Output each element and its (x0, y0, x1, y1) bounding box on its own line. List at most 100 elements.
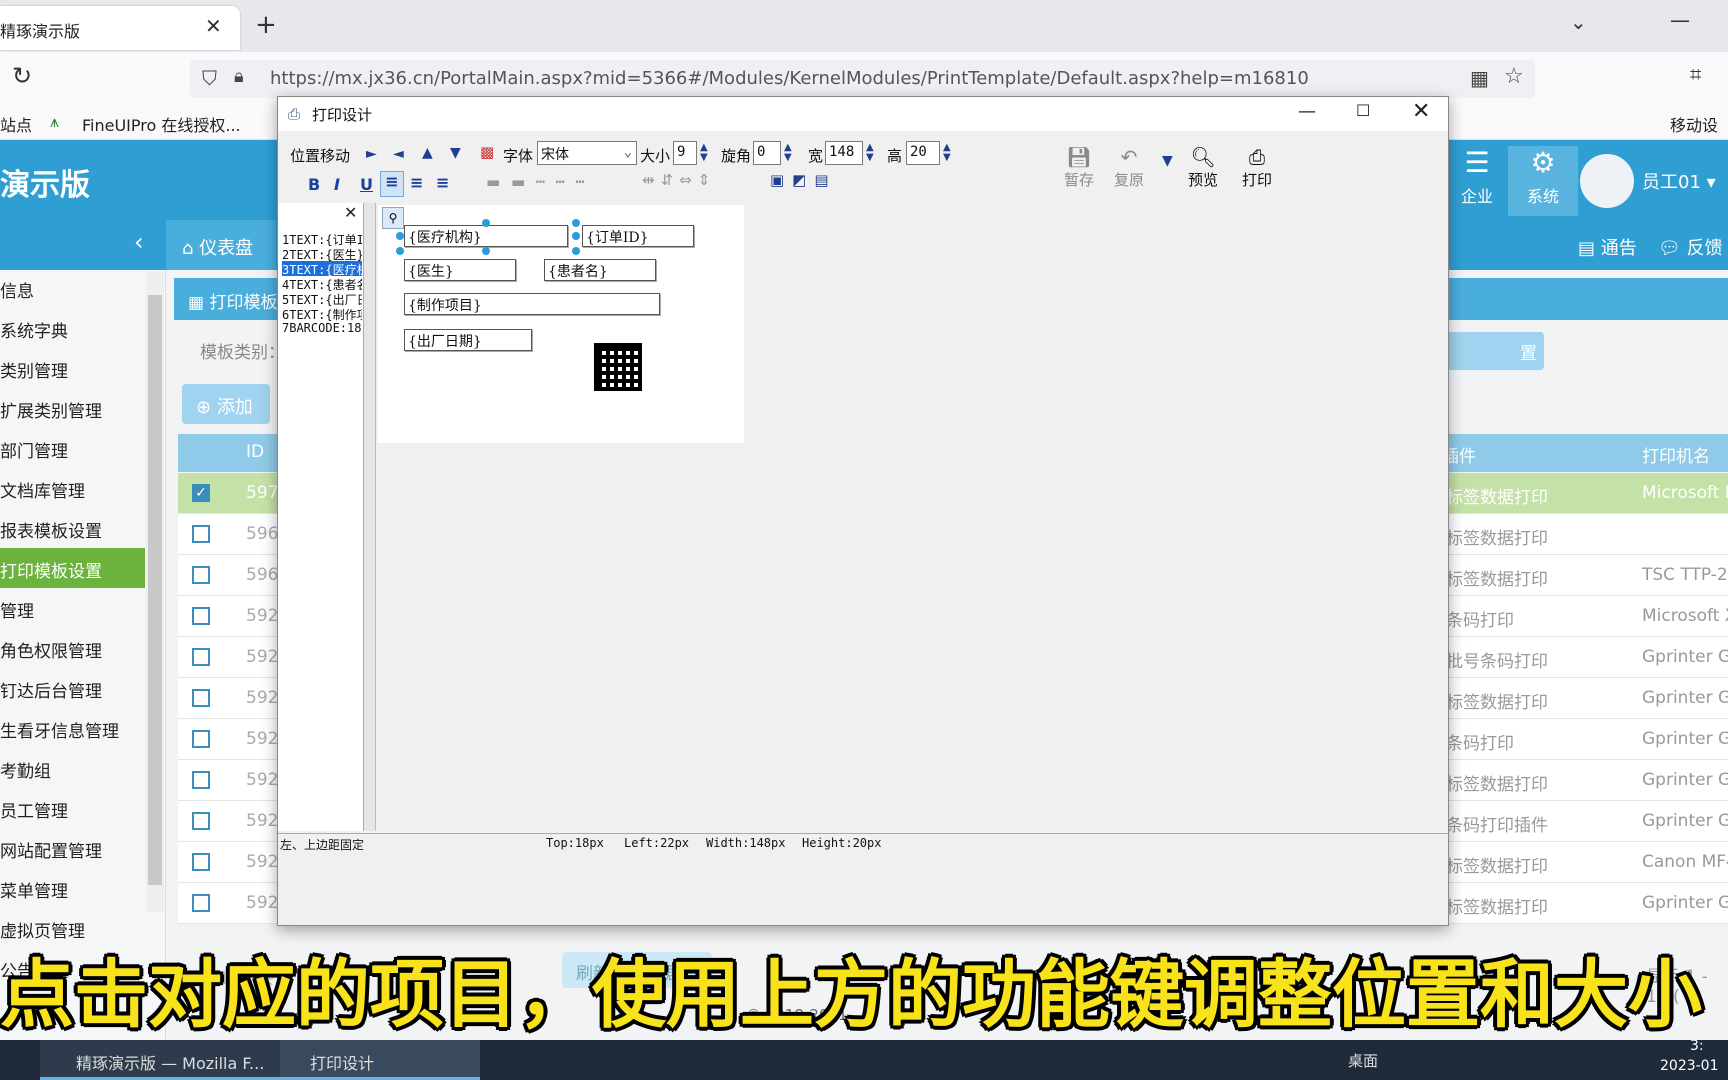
resize-handle[interactable] (396, 247, 404, 255)
align-right-button[interactable]: ≡ (436, 173, 449, 192)
splitter[interactable] (364, 203, 376, 831)
row-checkbox[interactable] (192, 894, 210, 912)
rotate-input[interactable]: 0 (753, 141, 781, 165)
design-canvas[interactable]: {医疗机构} {订单ID} {医生} {患者名} {制作项目} {出厂日期} (378, 205, 744, 443)
sidebar-item[interactable]: 系统字典 (0, 308, 145, 348)
move-right-button[interactable]: ► (366, 146, 377, 162)
row-checkbox[interactable] (192, 812, 210, 830)
object-list-item[interactable]: 4TEXT:{患者名} (282, 276, 362, 291)
save-draft-button[interactable]: 💾︎ 暂存 (1064, 145, 1094, 190)
field-org[interactable]: {医疗机构} (404, 225, 568, 247)
object-list-item[interactable]: 6TEXT:{制作项目} (282, 306, 362, 321)
sidebar-item[interactable]: 员工管理 (0, 788, 145, 828)
resize-handle[interactable] (396, 232, 404, 240)
notice-link[interactable]: ▤ 通告 (1578, 234, 1637, 260)
crop-icon[interactable]: ⌗ (1690, 62, 1701, 86)
underline-button[interactable]: U (360, 175, 373, 194)
sidebar-item[interactable]: 菜单管理 (0, 868, 145, 908)
qr-code-image[interactable] (594, 343, 642, 391)
field-item[interactable]: {制作项目} (404, 293, 660, 315)
sidebar-item[interactable]: 扩展类别管理 (0, 388, 145, 428)
preview-button[interactable]: 🔍︎ 预览 (1188, 145, 1218, 190)
height-input[interactable]: 20 (906, 141, 940, 165)
restore-button[interactable]: ↶ 复原 (1114, 145, 1144, 190)
system-button[interactable]: ⚙ 系统 (1508, 146, 1578, 216)
avatar[interactable] (1580, 154, 1634, 208)
close-icon[interactable]: ✕ (205, 14, 222, 38)
bold-button[interactable]: B (308, 175, 320, 194)
row-checkbox[interactable] (192, 607, 210, 625)
width-stepper[interactable]: ▲ ▼ (866, 143, 874, 163)
sidebar-item[interactable]: 类别管理 (0, 348, 145, 388)
bookmark-item[interactable]: FineUIPro 在线授权... (82, 112, 241, 136)
sidebar-collapse-button[interactable]: ‹ (0, 220, 166, 270)
minimize-button[interactable]: — (1298, 101, 1316, 122)
italic-button[interactable]: I (334, 175, 340, 194)
row-checkbox[interactable] (192, 730, 210, 748)
star-icon[interactable]: ☆ (1504, 64, 1524, 89)
sidebar-scroll-thumb[interactable] (148, 295, 162, 885)
sidebar-item[interactable]: 角色权限管理 (0, 628, 145, 668)
sidebar-item[interactable]: 钉达后台管理 (0, 668, 145, 708)
bookmark-item[interactable]: 移动设 (1670, 112, 1718, 136)
sidebar-item[interactable]: 打印模板设置 (0, 548, 145, 588)
tab-dashboard[interactable]: ⌂ 仪表盘 (166, 220, 276, 270)
move-left-button[interactable]: ◄ (393, 146, 404, 162)
anchor-icon[interactable]: ⚲ (382, 207, 404, 229)
sidebar-item[interactable]: 文档库管理 (0, 468, 145, 508)
enterprise-button[interactable]: ☰ 企业 (1442, 146, 1512, 216)
column-header-id[interactable]: ID (246, 442, 264, 462)
bookmark-item[interactable]: 站点 (0, 112, 32, 136)
user-menu[interactable]: 员工01 ▾ (1642, 168, 1716, 194)
minimize-icon[interactable]: — (1670, 8, 1690, 32)
field-date[interactable]: {出厂日期} (404, 329, 532, 351)
sidebar-item[interactable]: 报表模板设置 (0, 508, 145, 548)
size-input[interactable]: 9 (673, 141, 697, 165)
new-tab-icon[interactable]: + (255, 10, 277, 40)
insert-buttons[interactable]: ▣◩▤ (770, 171, 837, 189)
object-list-item[interactable]: 3TEXT:{医疗机构} (282, 261, 362, 276)
qr-code-icon[interactable]: ▦ (1470, 66, 1489, 90)
move-down-button[interactable]: ▼ (450, 145, 461, 161)
object-list-item[interactable]: 2TEXT:{医生} (282, 246, 362, 261)
row-checkbox[interactable] (192, 853, 210, 871)
row-checkbox[interactable]: ✓ (192, 484, 210, 502)
row-checkbox[interactable] (192, 648, 210, 666)
width-input[interactable]: 148 (825, 141, 863, 165)
taskbar-desktop[interactable]: 桌面 (1348, 1050, 1378, 1071)
reload-icon[interactable]: ↻ (12, 62, 32, 90)
browser-tab[interactable]: 精琢演示版 ✕ (0, 6, 240, 50)
object-list-item[interactable]: 1TEXT:{订单ID} (282, 231, 362, 246)
sidebar-item[interactable]: 虚拟页管理 (0, 908, 145, 948)
sidebar-item[interactable]: 管理 (0, 588, 145, 628)
object-list-item[interactable]: 7BARCODE:189 (282, 321, 362, 336)
field-patient[interactable]: {患者名} (544, 259, 656, 281)
line-style-buttons[interactable]: ▬ ▬ ┅ ┅ ┅ (486, 173, 588, 191)
palette-icon[interactable]: ▩ (480, 143, 494, 161)
object-list-item[interactable]: 5TEXT:{出厂日期} (282, 291, 362, 306)
sidebar-item[interactable]: 信息 (0, 268, 145, 308)
row-checkbox[interactable] (192, 689, 210, 707)
column-header-printer[interactable]: 打印机名 (1642, 442, 1710, 467)
taskbar-print-design[interactable]: 打印设计 (280, 1040, 480, 1080)
sidebar-item[interactable]: 网站配置管理 (0, 828, 145, 868)
row-checkbox[interactable] (192, 771, 210, 789)
resize-handle[interactable] (572, 232, 580, 240)
resize-handle[interactable] (482, 247, 490, 255)
address-bar[interactable]: ⛉ 🔒︎ https://mx.jx36.cn/PortalMain.aspx?… (190, 60, 1535, 98)
sidebar-item[interactable]: 部门管理 (0, 428, 145, 468)
close-button[interactable]: ✕ (1412, 99, 1430, 124)
row-checkbox[interactable] (192, 525, 210, 543)
dialog-title-bar[interactable]: ⎙ 打印设计 — ☐ ✕ (278, 97, 1448, 131)
field-doctor[interactable]: {医生} (404, 259, 516, 281)
font-select[interactable]: 宋体 ⌄ (537, 141, 637, 165)
taskbar-firefox[interactable]: 精琢演示版 — Mozilla F... (40, 1040, 290, 1080)
move-up-button[interactable]: ▲ (422, 145, 433, 161)
align-left-button[interactable]: ≡ (380, 171, 404, 197)
field-order-id[interactable]: {订单ID} (582, 225, 694, 247)
feedback-link[interactable]: 💬︎ 反馈 (1658, 234, 1723, 260)
size-stepper[interactable]: ▲ ▼ (700, 143, 708, 163)
resize-handle[interactable] (572, 247, 580, 255)
rotate-stepper[interactable]: ▲ ▼ (784, 143, 792, 163)
shield-icon[interactable]: ⛉ (202, 66, 217, 90)
